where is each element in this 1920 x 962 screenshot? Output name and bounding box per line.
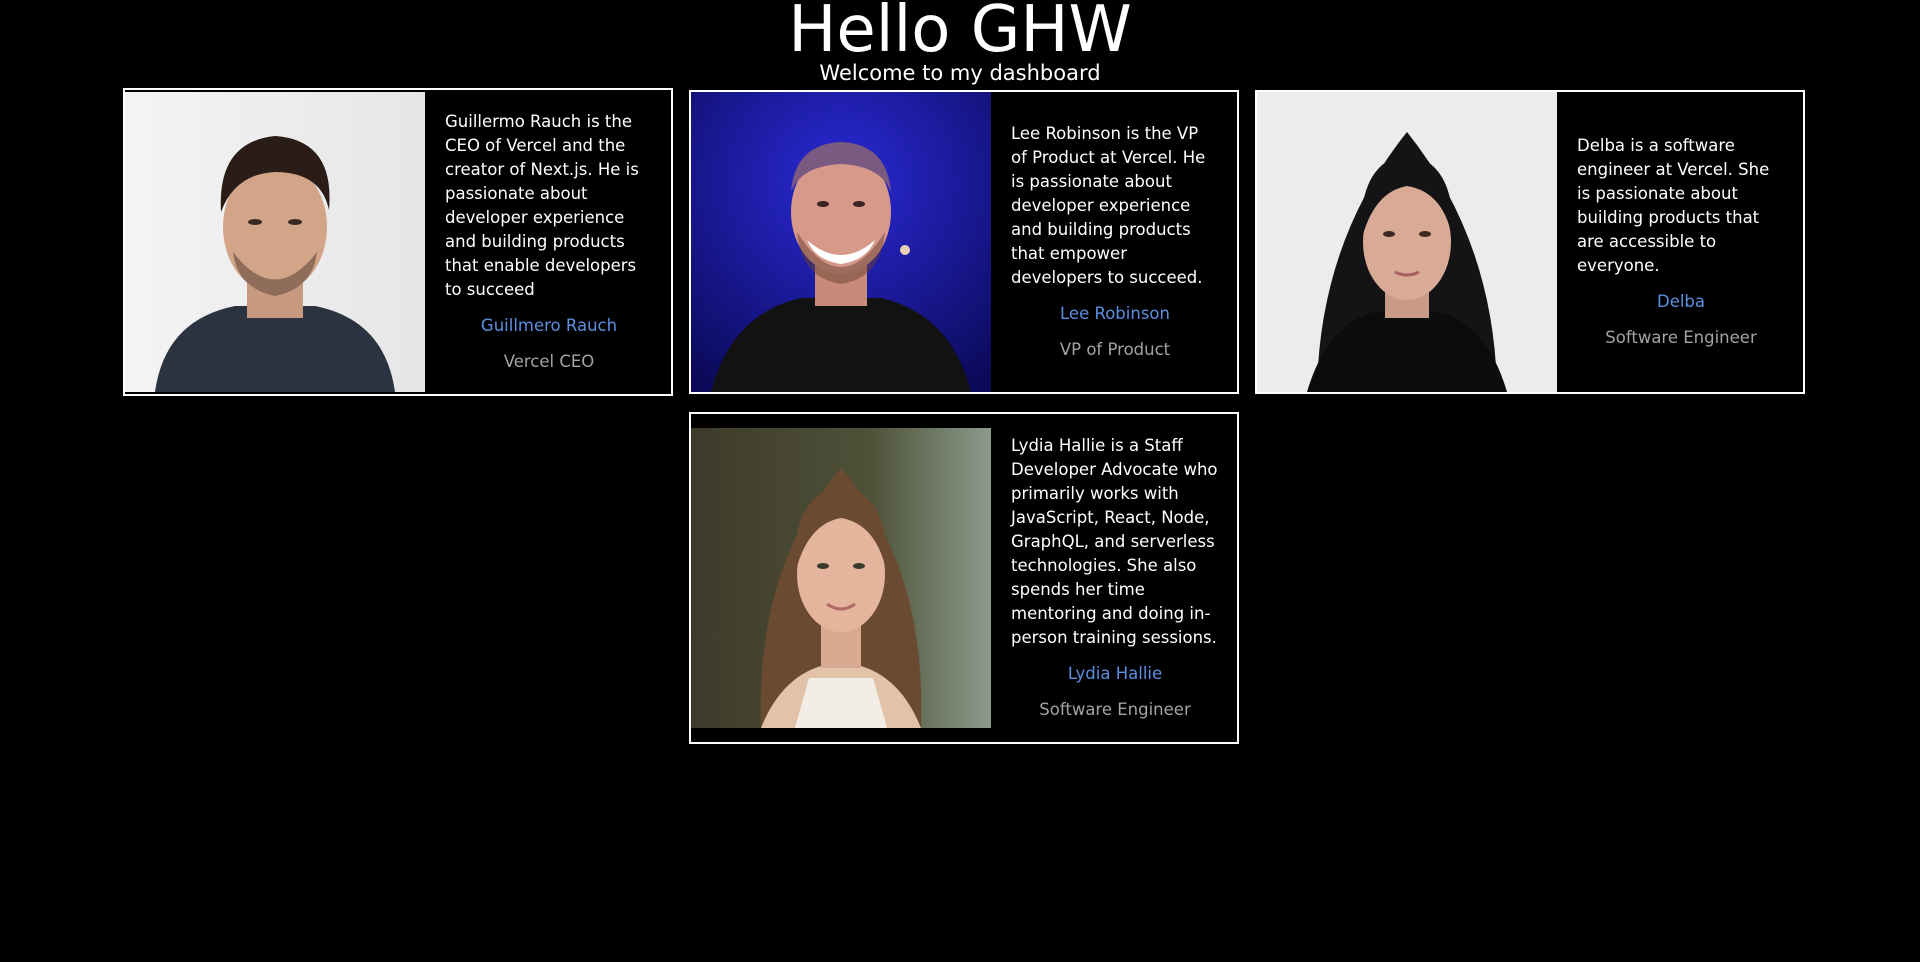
profile-role: Vercel CEO <box>503 352 595 371</box>
profile-role: Software Engineer <box>1039 700 1191 719</box>
profile-name-link[interactable]: Lydia Hallie <box>1011 662 1219 686</box>
profile-card-guillermo: Guillermo Rauch is the CEO of Vercel and… <box>123 88 673 396</box>
profile-name-link[interactable]: Delba <box>1577 290 1785 314</box>
dashboard-page: Hello GHW Welcome to my dashboard Guille… <box>0 0 1920 962</box>
profile-info: Delba is a software engineer at Vercel. … <box>1557 134 1803 350</box>
profile-bio: Lee Robinson is the VP of Product at Ver… <box>1011 124 1206 287</box>
profile-photo <box>1257 92 1557 392</box>
profile-role: Software Engineer <box>1605 328 1757 347</box>
profile-card-lydia: Lydia Hallie is a Staff Developer Advoca… <box>689 412 1239 744</box>
page-subtitle: Welcome to my dashboard <box>819 61 1101 85</box>
profile-card-lee: Lee Robinson is the VP of Product at Ver… <box>689 90 1239 394</box>
profile-photo <box>691 428 991 728</box>
profile-bio: Guillermo Rauch is the CEO of Vercel and… <box>445 112 639 299</box>
profile-photo <box>691 92 991 392</box>
profile-card-delba: Delba is a software engineer at Vercel. … <box>1255 90 1805 394</box>
profile-info: Lee Robinson is the VP of Product at Ver… <box>991 122 1237 362</box>
profile-role: VP of Product <box>1059 340 1171 359</box>
profile-bio: Delba is a software engineer at Vercel. … <box>1577 136 1770 275</box>
profile-bio: Lydia Hallie is a Staff Developer Advoca… <box>1011 436 1218 647</box>
profile-name-link[interactable]: Guillmero Rauch <box>445 314 653 338</box>
page-title: Hello GHW <box>788 0 1132 67</box>
profile-info: Lydia Hallie is a Staff Developer Advoca… <box>991 434 1237 722</box>
profile-name-link[interactable]: Lee Robinson <box>1011 302 1219 326</box>
profile-photo <box>125 92 425 392</box>
profile-info: Guillermo Rauch is the CEO of Vercel and… <box>425 110 671 374</box>
